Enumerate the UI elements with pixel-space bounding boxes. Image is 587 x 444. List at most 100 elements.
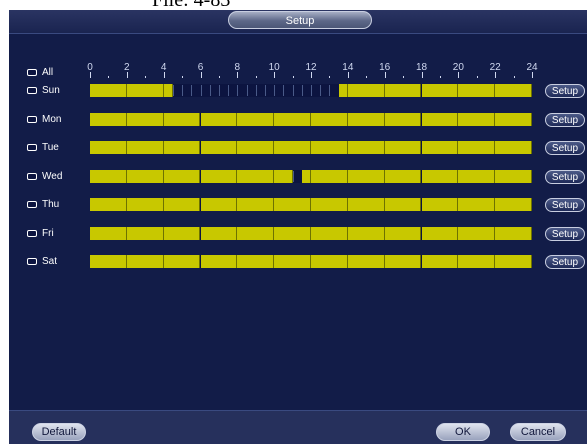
all-checkbox[interactable] [27, 69, 37, 76]
hour-tick [366, 76, 368, 78]
setup-button-sun[interactable]: Setup [545, 84, 585, 98]
setup-button-sat[interactable]: Setup [545, 255, 585, 269]
recorded-segment [384, 198, 422, 211]
recorded-segment [495, 112, 532, 126]
hour-tick [495, 72, 497, 78]
recorded-segment [90, 255, 127, 268]
day-checkbox-sat[interactable] [27, 258, 37, 265]
recorded-segment [237, 226, 275, 240]
setup-button-mon[interactable]: Setup [545, 112, 585, 127]
setup-button-fri[interactable]: Setup [545, 226, 585, 241]
day-checkbox-sun[interactable] [27, 87, 37, 94]
setup-button-thu[interactable]: Setup [545, 198, 585, 212]
day-label-wed: Wed [42, 170, 63, 182]
recorded-segment [384, 112, 422, 126]
recorded-segment [301, 169, 311, 183]
recorded-segment [163, 141, 201, 154]
schedule-bar-sat[interactable] [90, 255, 532, 268]
setup-button-tue[interactable]: Setup [545, 141, 585, 155]
schedule-grid-cell [274, 85, 283, 96]
recorded-segment [163, 198, 201, 211]
figure-caption: File: 4-83 [0, 0, 587, 10]
recorded-segment [274, 169, 293, 183]
schedule-grid-cell [182, 85, 191, 96]
schedule-bar-sun[interactable] [90, 84, 532, 97]
recorded-segment [421, 84, 459, 97]
schedule-bar-mon[interactable] [90, 112, 532, 126]
hour-tick [347, 72, 349, 78]
day-checkbox-tue[interactable] [27, 144, 37, 151]
recorded-segment [126, 169, 164, 183]
recorded-segment [495, 84, 532, 97]
hour-tick [403, 76, 405, 78]
recorded-segment [495, 198, 532, 211]
recorded-segment [126, 226, 164, 240]
default-button[interactable]: Default [32, 423, 86, 441]
recorded-segment [495, 141, 532, 154]
recorded-segment [90, 112, 127, 126]
schedule-bar-wed[interactable] [90, 169, 532, 183]
schedule-grid-cell [246, 85, 256, 96]
recorded-segment [347, 255, 385, 268]
recorded-segment [90, 198, 127, 211]
schedule-bar-tue[interactable] [90, 141, 532, 154]
recorded-segment [311, 255, 348, 268]
hour-tick [237, 72, 239, 78]
day-checkbox-thu[interactable] [27, 201, 37, 208]
hour-tick [532, 72, 533, 78]
hour-tick [329, 76, 331, 78]
recorded-segment [384, 169, 422, 183]
hour-tick [274, 72, 276, 78]
day-label-tue: Tue [42, 142, 59, 153]
cancel-button[interactable]: Cancel [510, 423, 566, 441]
recorded-segment [200, 141, 238, 154]
schedule-bar-fri[interactable] [90, 226, 532, 240]
hour-tick [476, 76, 478, 78]
schedule-grid-cell [191, 85, 200, 96]
schedule-grid-cell [209, 85, 219, 96]
recorded-segment [458, 255, 496, 268]
recorded-segment [163, 255, 201, 268]
recorded-segment [421, 169, 459, 183]
day-label-mon: Mon [42, 113, 62, 125]
recorded-segment [421, 255, 459, 268]
footer-bar: Default OK Cancel [9, 410, 587, 444]
recorded-segment [384, 84, 422, 97]
all-label: All [42, 67, 54, 78]
recorded-segment [163, 112, 201, 126]
schedule-bar-thu[interactable] [90, 198, 532, 211]
recorded-segment [200, 226, 238, 240]
hour-tick [255, 76, 257, 78]
recorded-segment [347, 198, 385, 211]
setup-button-wed[interactable]: Setup [545, 169, 585, 184]
day-checkbox-fri[interactable] [27, 229, 37, 237]
recorded-segment [126, 255, 164, 268]
hour-tick [384, 72, 386, 78]
recorded-segment [311, 226, 348, 240]
schedule-grid-cell [292, 170, 302, 182]
day-checkbox-mon[interactable] [27, 115, 37, 123]
recorded-segment [311, 112, 348, 126]
recorded-segment [163, 226, 201, 240]
schedule-grid-cell [255, 85, 265, 96]
recorded-segment [458, 141, 496, 154]
hour-tick [311, 72, 312, 78]
schedule-grid-cell [283, 85, 292, 96]
recorded-segment [384, 226, 422, 240]
recorded-segment [90, 226, 127, 240]
day-label-fri: Fri [42, 227, 54, 239]
day-checkbox-wed[interactable] [27, 172, 37, 180]
recorded-segment [458, 112, 496, 126]
window-title: Setup [228, 11, 372, 29]
recorded-segment [338, 84, 348, 97]
recorded-segment [200, 198, 238, 211]
recorded-segment [421, 141, 459, 154]
ok-button[interactable]: OK [436, 423, 490, 441]
recorded-segment [274, 141, 311, 154]
recorded-segment [126, 112, 164, 126]
schedule-grid-cell [301, 85, 311, 96]
recorded-segment [384, 255, 422, 268]
recorded-segment [237, 112, 275, 126]
hour-tick [421, 72, 423, 78]
hour-tick [90, 72, 91, 78]
